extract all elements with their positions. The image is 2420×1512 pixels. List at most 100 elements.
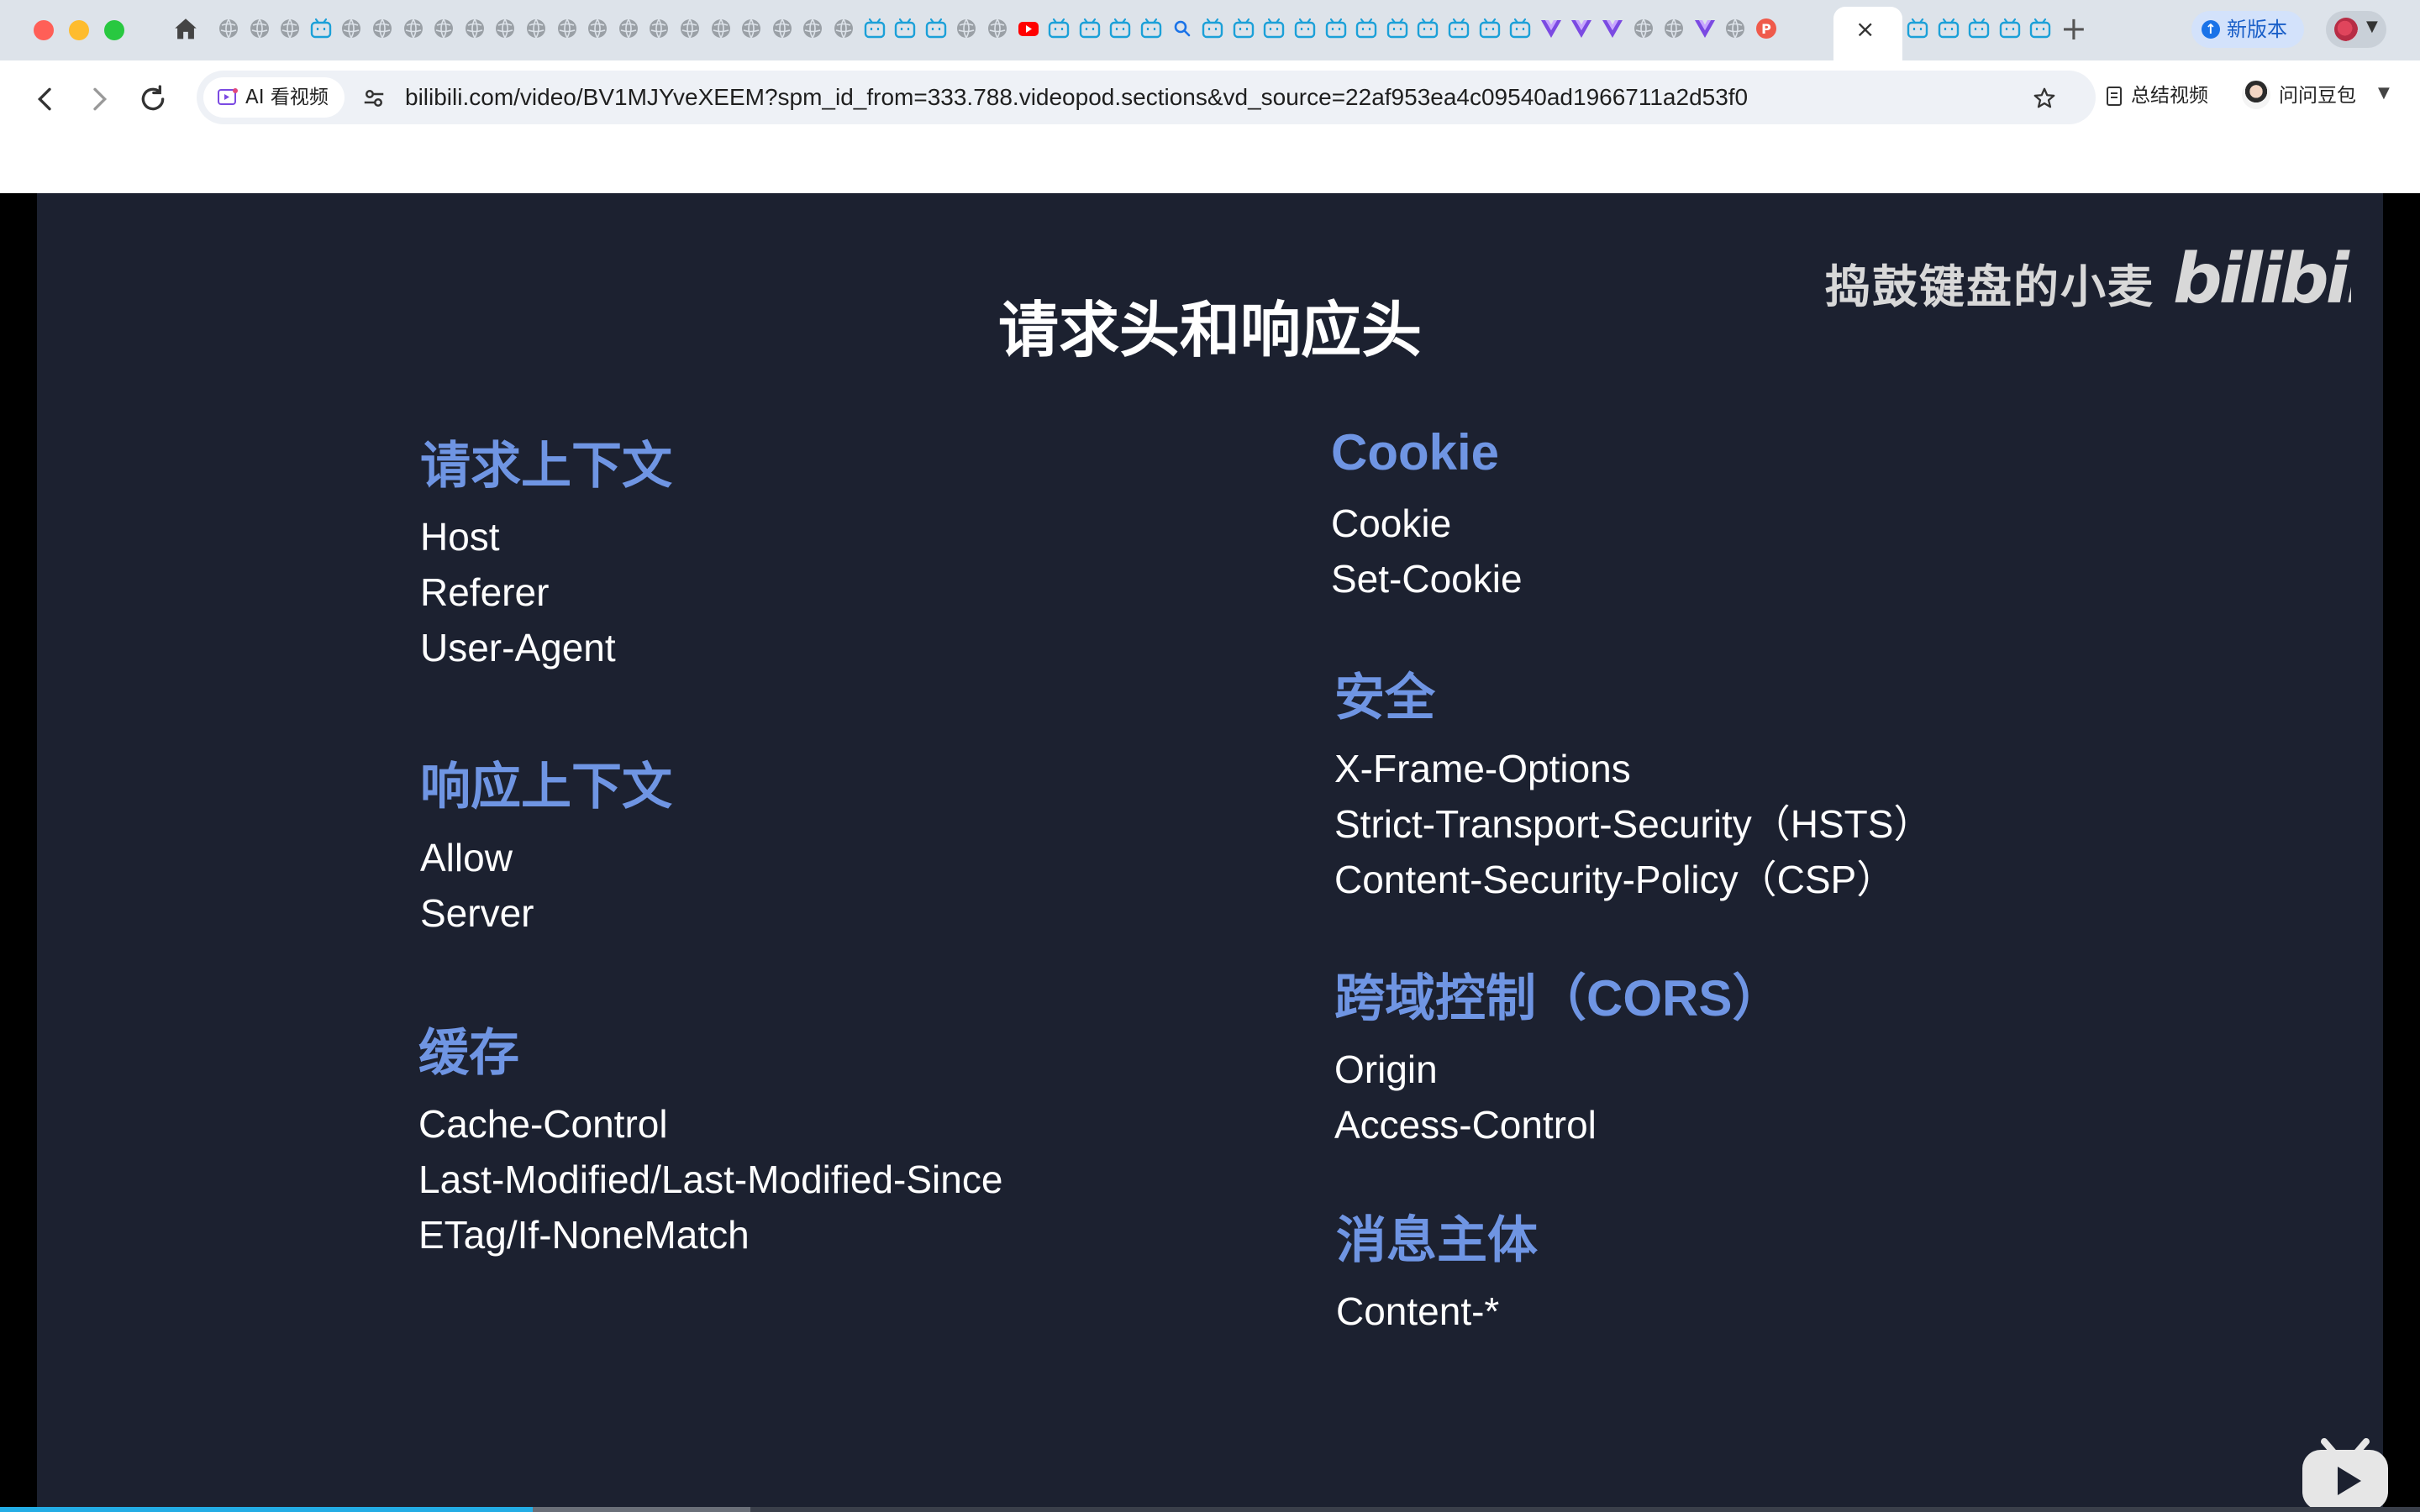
bilibili-icon[interactable] xyxy=(1416,17,1439,40)
bilibili-icon[interactable] xyxy=(1386,17,1409,40)
bilibili-icon[interactable] xyxy=(1447,17,1470,40)
globe-icon[interactable] xyxy=(402,17,425,40)
site-settings-icon[interactable] xyxy=(361,86,387,111)
home-icon[interactable] xyxy=(171,15,200,44)
bilibili-icon[interactable] xyxy=(1324,17,1348,40)
bilibili-icon[interactable] xyxy=(1262,17,1286,40)
profile-button[interactable]: ▼ xyxy=(2326,11,2386,48)
globe-icon[interactable] xyxy=(248,17,271,40)
globe-icon[interactable] xyxy=(463,17,487,40)
browser-toolbar: AI 看视频 bilibili.com/video/BV1MJYveXEEM?s… xyxy=(0,60,2420,193)
globe-icon[interactable] xyxy=(371,17,394,40)
youtube-icon[interactable] xyxy=(1017,17,1040,40)
search-icon[interactable] xyxy=(1171,17,1194,40)
header-item: Cookie xyxy=(1331,501,1452,545)
bilibili-icon[interactable] xyxy=(1937,17,1960,40)
address-bar[interactable]: AI 看视频 bilibili.com/video/BV1MJYveXEEM?s… xyxy=(197,71,2096,124)
bilibili-icon[interactable] xyxy=(1232,17,1255,40)
bilibili-logo: bilibili xyxy=(2173,239,2351,314)
bilibili-icon[interactable] xyxy=(924,17,948,40)
vue-icon[interactable] xyxy=(1693,17,1717,40)
globe-icon[interactable] xyxy=(739,17,763,40)
url-text[interactable]: bilibili.com/video/BV1MJYveXEEM?spm_id_f… xyxy=(405,84,1748,111)
doubao-avatar xyxy=(2242,81,2270,109)
bilibili-icon[interactable] xyxy=(1108,17,1132,40)
globe-icon[interactable] xyxy=(217,17,240,40)
forward-icon[interactable] xyxy=(82,82,116,116)
globe-icon[interactable] xyxy=(1723,17,1747,40)
globe-icon[interactable] xyxy=(801,17,824,40)
bookmark-star-icon[interactable] xyxy=(2032,86,2057,111)
section-message-body: 消息主体 Content-* xyxy=(1336,1210,1538,1339)
header-item: ETag/If-NoneMatch xyxy=(418,1213,750,1257)
p-red-icon[interactable]: P xyxy=(1754,17,1778,40)
bilibili-icon[interactable] xyxy=(309,17,333,40)
ask-doubao-button[interactable]: 问问豆包 ▼ xyxy=(2242,77,2402,114)
bilibili-tv-play-icon[interactable] xyxy=(2299,1428,2391,1512)
chevron-down-icon[interactable]: ▼ xyxy=(2378,84,2390,102)
header-item: Server xyxy=(420,891,534,935)
summarize-video-button[interactable]: 总结视频 xyxy=(2106,81,2223,114)
maximize-window-button[interactable] xyxy=(104,20,124,40)
globe-icon[interactable] xyxy=(586,17,609,40)
globe-icon[interactable] xyxy=(339,17,363,40)
header-item: Content-* xyxy=(1336,1289,1500,1333)
globe-icon[interactable] xyxy=(647,17,671,40)
bilibili-icon[interactable] xyxy=(1139,17,1163,40)
document-icon xyxy=(2107,87,2122,106)
progress-bar[interactable] xyxy=(0,1507,2420,1512)
globe-icon[interactable] xyxy=(709,17,733,40)
globe-icon[interactable] xyxy=(771,17,794,40)
progress-buffered xyxy=(532,1507,750,1512)
update-label: 新版本 xyxy=(2227,18,2287,41)
globe-icon[interactable] xyxy=(955,17,978,40)
bilibili-icon[interactable] xyxy=(1478,17,1502,40)
profile-avatar xyxy=(2334,18,2358,41)
globe-icon[interactable] xyxy=(678,17,702,40)
globe-icon[interactable] xyxy=(493,17,517,40)
vue-icon[interactable] xyxy=(1570,17,1593,40)
section-heading: 安全 xyxy=(1334,669,1435,726)
bilibili-icon[interactable] xyxy=(1998,17,2022,40)
close-tab-icon[interactable]: × xyxy=(1855,15,1875,44)
globe-icon[interactable] xyxy=(278,17,302,40)
bilibili-icon[interactable] xyxy=(1906,17,1929,40)
new-tab-button[interactable]: + xyxy=(2060,12,2087,45)
tab-strip: P × + ↑ 新版本 ▼ xyxy=(0,0,2420,60)
update-button[interactable]: ↑ 新版本 xyxy=(2191,11,2304,48)
globe-icon[interactable] xyxy=(555,17,579,40)
bilibili-icon[interactable] xyxy=(1047,17,1071,40)
bilibili-icon[interactable] xyxy=(863,17,886,40)
globe-icon[interactable] xyxy=(524,17,548,40)
video-frame: 请求头和响应头 捣鼓键盘的小麦 bilibili 请求上下文 Host Refe… xyxy=(37,193,2388,1512)
header-item: Access-Control xyxy=(1334,1103,1597,1147)
globe-icon[interactable] xyxy=(1632,17,1655,40)
globe-icon[interactable] xyxy=(432,17,455,40)
globe-icon[interactable] xyxy=(1662,17,1686,40)
bilibili-icon[interactable] xyxy=(1078,17,1102,40)
vue-icon[interactable] xyxy=(1539,17,1563,40)
ai-video-icon xyxy=(218,88,238,105)
section-heading: Cookie xyxy=(1331,424,1500,480)
bilibili-icon[interactable] xyxy=(1508,17,1532,40)
video-player[interactable]: 请求头和响应头 捣鼓键盘的小麦 bilibili 请求上下文 Host Refe… xyxy=(0,193,2420,1512)
back-icon[interactable] xyxy=(29,82,62,116)
bilibili-icon[interactable] xyxy=(2028,17,2052,40)
svg-text:bilibili: bilibili xyxy=(2173,239,2351,314)
bilibili-icon[interactable] xyxy=(1967,17,1991,40)
minimize-window-button[interactable] xyxy=(69,20,89,40)
header-item: Cache-Control xyxy=(418,1102,668,1146)
ai-watch-video-button[interactable]: AI 看视频 xyxy=(203,77,345,118)
bilibili-icon[interactable] xyxy=(1293,17,1317,40)
vue-icon[interactable] xyxy=(1601,17,1624,40)
section-request-context: 请求上下文 Host Referer User-Agent xyxy=(420,435,672,675)
bilibili-icon[interactable] xyxy=(1201,17,1224,40)
reload-icon[interactable] xyxy=(136,82,170,116)
bilibili-icon[interactable] xyxy=(893,17,917,40)
globe-icon[interactable] xyxy=(617,17,640,40)
globe-icon[interactable] xyxy=(986,17,1009,40)
close-window-button[interactable] xyxy=(34,20,54,40)
bilibili-icon[interactable] xyxy=(1355,17,1378,40)
section-heading: 缓存 xyxy=(418,1025,519,1081)
globe-icon[interactable] xyxy=(832,17,855,40)
